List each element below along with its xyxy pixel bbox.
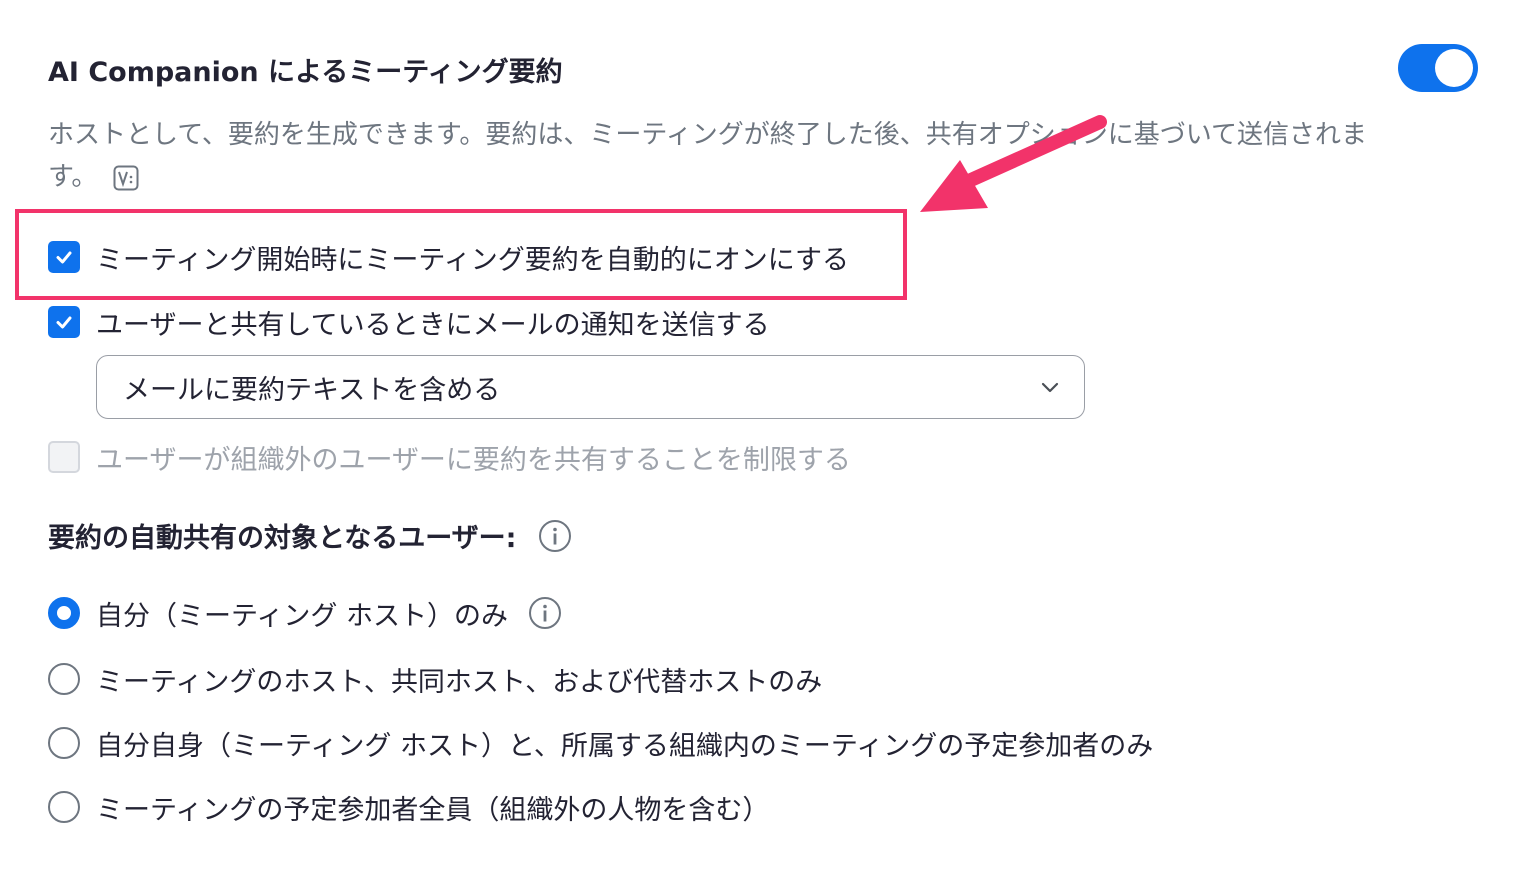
option-restrict-external-sharing: ユーザーが組織外のユーザーに要約を共有することを制限する: [48, 440, 851, 476]
option-email-notification[interactable]: ユーザーと共有しているときにメールの通知を送信する: [48, 305, 770, 341]
checkmark-icon: [56, 251, 72, 264]
toggle-knob: [1435, 49, 1473, 87]
description-text: ホストとして、要約を生成できます。要約は、ミーティングが終了した後、共有オプショ…: [48, 120, 1367, 192]
email-notification-label: ユーザーと共有しているときにメールの通知を送信する: [96, 309, 770, 341]
host-only-label: 自分（ミーティング ホスト）のみ: [96, 600, 508, 632]
section-title: AI Companion によるミーティング要約: [48, 57, 563, 88]
restrict-sharing-checkbox: [48, 441, 80, 473]
radio-option-internal-invitees[interactable]: 自分自身（ミーティング ホスト）と、所属する組織内のミーティングの予定参加者のみ: [48, 726, 1154, 762]
email-content-dropdown[interactable]: メールに要約テキストを含める: [96, 355, 1085, 419]
internal-invitees-label: 自分自身（ミーティング ホスト）と、所属する組織内のミーティングの予定参加者のみ: [96, 730, 1154, 762]
auto-start-checkbox[interactable]: [48, 241, 80, 273]
summary-toggle[interactable]: [1398, 44, 1478, 92]
chevron-down-icon: [1041, 382, 1059, 393]
email-notification-checkbox[interactable]: [48, 306, 80, 338]
auto-share-title: 要約の自動共有の対象となるユーザー:: [48, 523, 517, 554]
vc-badge-icon: [113, 165, 139, 190]
hosts-cohosts-radio[interactable]: [48, 663, 80, 695]
dropdown-selected-value: メールに要約テキストを含める: [123, 374, 501, 406]
checkmark-icon: [56, 316, 72, 329]
radio-option-all-invitees[interactable]: ミーティングの予定参加者全員（組織外の人物を含む）: [48, 790, 770, 826]
section-description: ホストとして、要約を生成できます。要約は、ミーティングが終了した後、共有オプショ…: [48, 114, 1368, 198]
all-invitees-label: ミーティングの予定参加者全員（組織外の人物を含む）: [96, 794, 770, 826]
internal-invitees-radio[interactable]: [48, 727, 80, 759]
auto-share-title-row: 要約の自動共有の対象となるユーザー:: [48, 516, 572, 555]
auto-start-label: ミーティング開始時にミーティング要約を自動的にオンにする: [96, 244, 850, 276]
restrict-sharing-label: ユーザーが組織外のユーザーに要約を共有することを制限する: [96, 444, 851, 476]
hosts-cohosts-label: ミーティングのホスト、共同ホスト、および代替ホストのみ: [96, 666, 823, 698]
host-only-radio[interactable]: [48, 597, 80, 629]
radio-option-hosts-cohosts[interactable]: ミーティングのホスト、共同ホスト、および代替ホストのみ: [48, 662, 823, 698]
option-auto-start-summary[interactable]: ミーティング開始時にミーティング要約を自動的にオンにする: [48, 240, 850, 276]
info-icon[interactable]: [528, 596, 562, 630]
all-invitees-radio[interactable]: [48, 791, 80, 823]
info-icon[interactable]: [538, 519, 572, 553]
radio-option-host-only[interactable]: 自分（ミーティング ホスト）のみ: [48, 595, 562, 632]
